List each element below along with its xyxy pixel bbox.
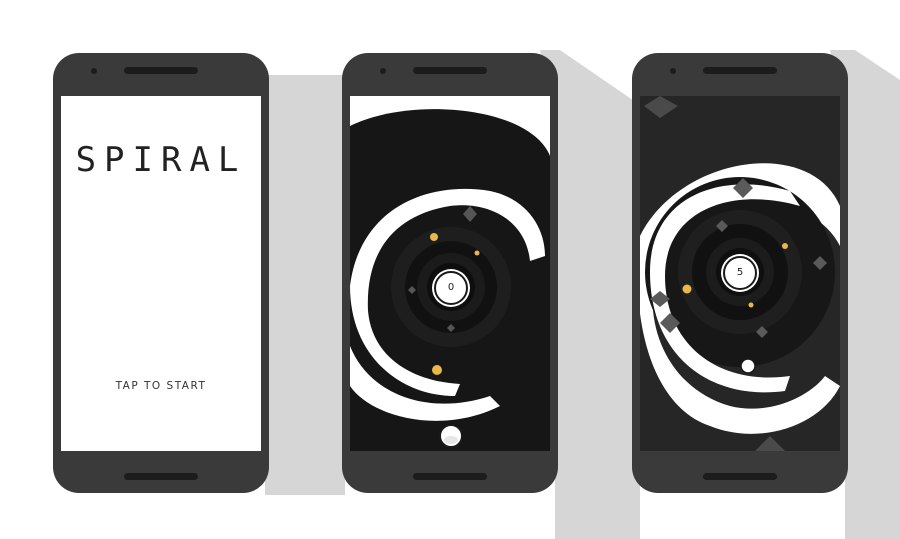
speaker-grille (703, 67, 777, 74)
phone-gameplay-1: 0 (342, 53, 558, 493)
coin (748, 302, 754, 308)
coin (430, 233, 438, 241)
game-title: SPIRAL (75, 140, 247, 180)
camera-icon (380, 68, 386, 74)
speaker-grille (413, 67, 487, 74)
speaker-grille (124, 67, 198, 74)
phone-start-screen: SPIRAL TAP TO START (53, 53, 269, 493)
coin (682, 284, 692, 294)
phone-gameplay-2: 5 (632, 53, 848, 493)
start-screen[interactable]: SPIRAL TAP TO START (61, 96, 261, 451)
gameplay-screen-1[interactable]: 0 (350, 96, 550, 451)
player-ball-shade (444, 436, 458, 444)
camera-icon (670, 68, 676, 74)
bottom-speaker-grille (413, 473, 487, 480)
bottom-speaker-grille (124, 473, 198, 480)
bottom-speaker-grille (703, 473, 777, 480)
coin (782, 243, 788, 249)
score-counter: 5 (723, 256, 757, 290)
player-ball (740, 358, 756, 374)
camera-icon (91, 68, 97, 74)
coin (432, 365, 442, 375)
tap-to-start-button[interactable]: TAP TO START (61, 380, 261, 392)
coin (474, 250, 480, 256)
score-counter: 0 (434, 271, 468, 305)
gameplay-screen-2[interactable]: 5 (640, 96, 840, 451)
